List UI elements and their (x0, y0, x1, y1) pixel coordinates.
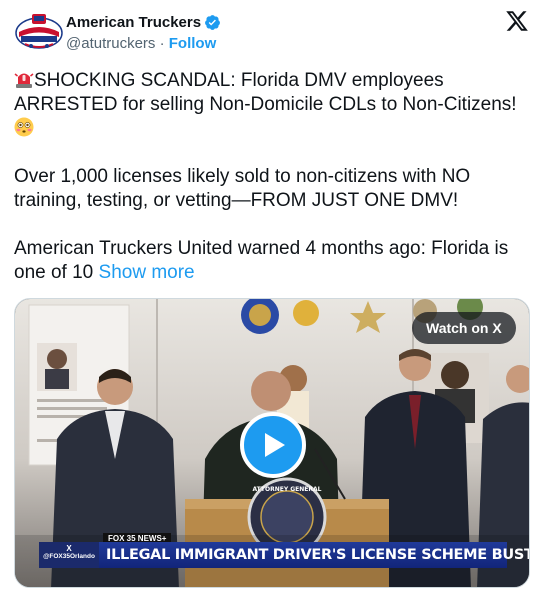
handle-row: @atutruckers · Follow (66, 35, 216, 52)
author-handle[interactable]: @atutruckers (66, 35, 155, 52)
channel-badge: X @FOX35Orlando (39, 542, 99, 568)
channel-handle: @FOX35Orlando (43, 553, 95, 560)
author-name[interactable]: American Truckers (66, 14, 201, 31)
news-headline: ILLEGAL IMMIGRANT DRIVER'S LICENSE SCHEM… (99, 542, 529, 568)
tweet-text: SHOCKING SCANDAL: Florida DMV employees … (14, 69, 532, 285)
tweet-paragraph-3-text: American Truckers United warned 4 months… (14, 238, 509, 283)
channel-x-icon: X (66, 544, 72, 553)
seal-text: ATTORNEY GENERAL (252, 486, 321, 493)
author-name-row[interactable]: American Truckers (66, 14, 221, 31)
play-icon (265, 433, 285, 457)
flushed-face-emoji (14, 117, 34, 137)
news-lower-third: FOX 35 NEWS+ X @FOX35Orlando ILLEGAL IMM… (39, 533, 529, 568)
police-light-emoji (14, 69, 34, 89)
video-media[interactable]: ATTORNEY GENERAL Watch on X FOX 35 NEWS+… (14, 298, 530, 588)
x-logo-icon[interactable] (505, 9, 529, 33)
watch-on-x-button[interactable]: Watch on X (412, 312, 516, 344)
follow-button[interactable]: Follow (169, 35, 217, 52)
play-button[interactable] (240, 412, 306, 478)
tweet-paragraph-1: SHOCKING SCANDAL: Florida DMV employees … (14, 69, 532, 141)
tweet-card: American Truckers @atutruckers · Follow (0, 0, 544, 595)
show-more-link[interactable]: Show more (99, 262, 195, 283)
tweet-paragraph-2: Over 1,000 licenses likely sold to non-c… (14, 166, 471, 211)
verified-badge-icon (204, 14, 221, 31)
avatar[interactable] (15, 12, 63, 52)
separator-dot: · (159, 35, 165, 52)
tweet-paragraph-1-text: SHOCKING SCANDAL: Florida DMV employees … (14, 70, 517, 115)
tweet-paragraph-3: American Truckers United warned 4 months… (14, 237, 532, 285)
